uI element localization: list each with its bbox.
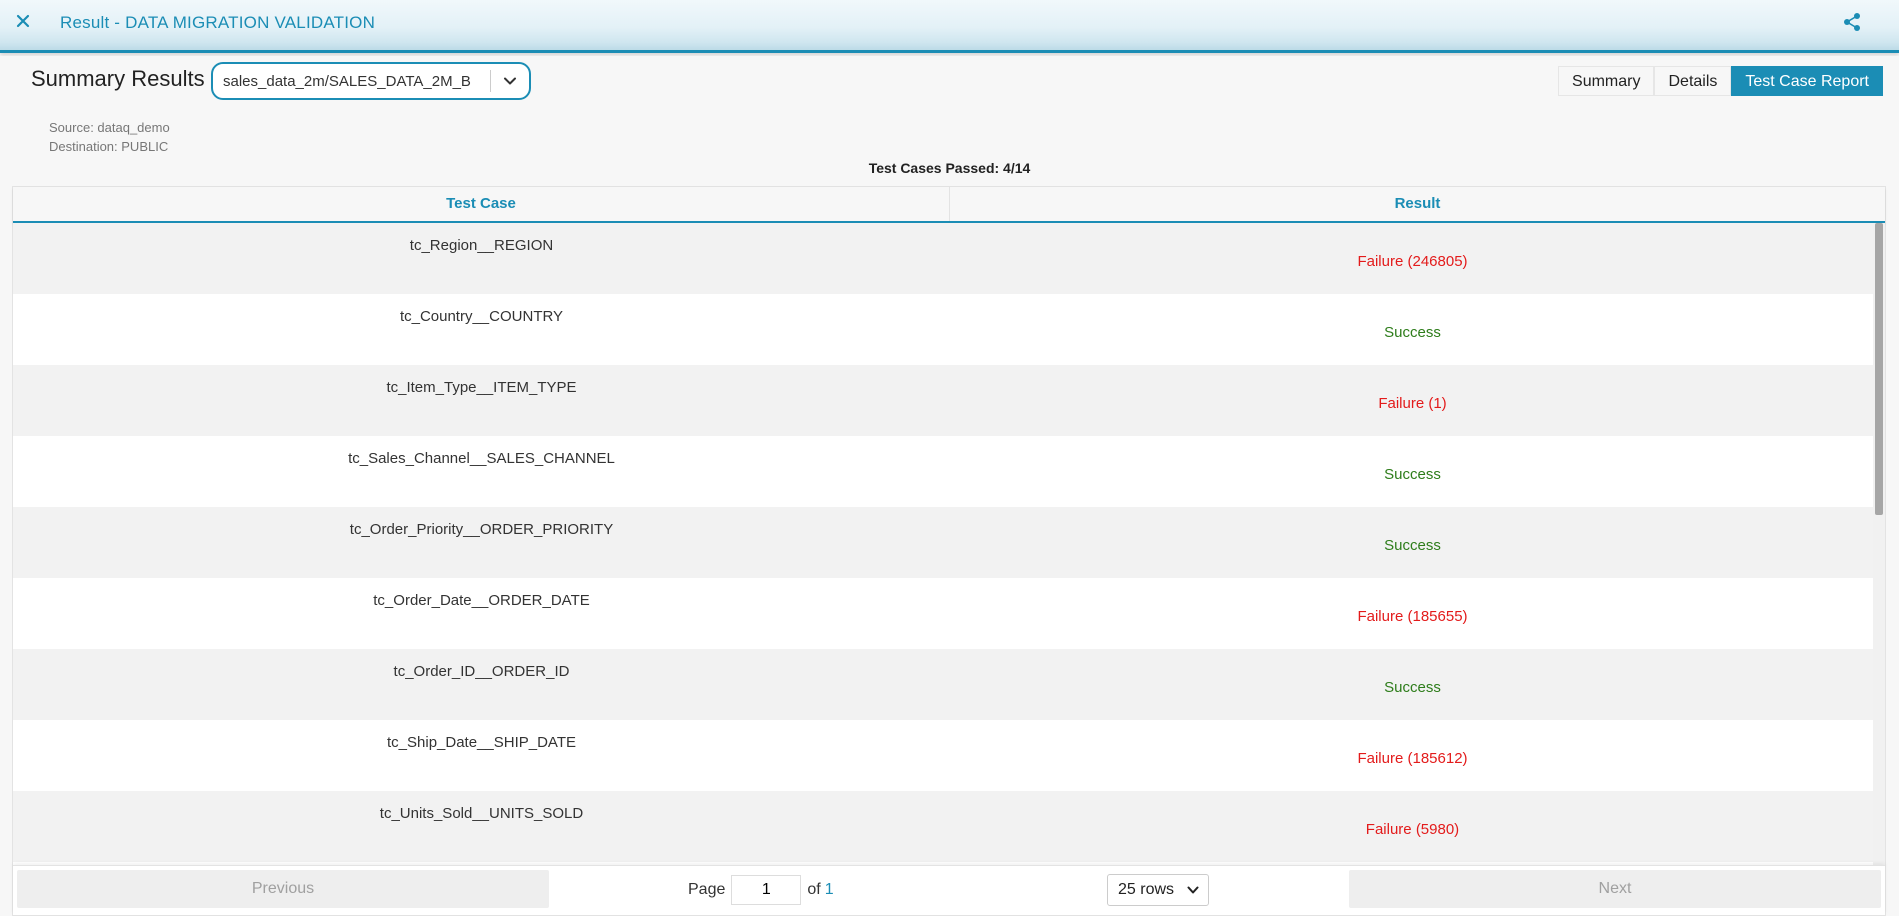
test-case-cell: tc_Country__COUNTRY bbox=[399, 308, 564, 325]
test-cases-passed: Test Cases Passed: 4/14 bbox=[868, 160, 1031, 176]
test-case-cell: tc_Sales_Channel__SALES_CHANNEL bbox=[348, 450, 615, 467]
next-button[interactable]: Next bbox=[1349, 870, 1881, 908]
test-case-cell: tc_Units_Sold__UNITS_SOLD bbox=[379, 805, 584, 822]
result-cell: Failure (185612) bbox=[1357, 750, 1468, 767]
result-cell: Failure (246805) bbox=[1357, 253, 1468, 270]
window-title: Result - DATA MIGRATION VALIDATION bbox=[60, 13, 376, 32]
table-row[interactable]: tc_Region__REGION Failure (246805) bbox=[13, 223, 1875, 294]
result-cell: Failure (185655) bbox=[1357, 608, 1468, 625]
view-tabs: Summary Details Test Case Report bbox=[1558, 66, 1883, 96]
tab-details[interactable]: Details bbox=[1654, 66, 1732, 96]
total-pages: 1 bbox=[824, 881, 834, 898]
previous-button[interactable]: Previous bbox=[17, 870, 549, 908]
test-case-cell: tc_Order_Priority__ORDER_PRIORITY bbox=[349, 521, 614, 538]
column-header-test-case[interactable]: Test Case bbox=[13, 187, 950, 221]
table-row[interactable]: tc_Item_Type__ITEM_TYPE Failure (1) bbox=[13, 365, 1875, 436]
source-label: Source: dataq_demo bbox=[49, 120, 170, 135]
result-cell: Failure (5980) bbox=[1365, 821, 1460, 838]
table-row[interactable]: tc_Order_ID__ORDER_ID Success bbox=[13, 649, 1875, 720]
dataset-dropdown[interactable]: sales_data_2m/SALES_DATA_2M_B bbox=[211, 62, 531, 100]
column-header-result[interactable]: Result bbox=[950, 187, 1885, 221]
pagination: Previous Page of 1 25 rows Next bbox=[13, 865, 1885, 915]
test-case-cell: tc_Order_Date__ORDER_DATE bbox=[373, 592, 590, 609]
close-icon[interactable] bbox=[12, 10, 34, 32]
table-row[interactable]: tc_Order_Priority__ORDER_PRIORITY Success bbox=[13, 507, 1875, 578]
chevron-down-icon[interactable] bbox=[491, 64, 529, 98]
page-number-input[interactable] bbox=[731, 875, 802, 905]
result-cell: Success bbox=[1384, 466, 1441, 483]
of-label: of bbox=[807, 881, 821, 898]
scrollbar-thumb[interactable] bbox=[1875, 223, 1883, 515]
dataset-selected-value[interactable]: sales_data_2m/SALES_DATA_2M_B bbox=[213, 73, 490, 90]
table-scrollbar[interactable] bbox=[1873, 223, 1885, 865]
page-info: Page of 1 bbox=[688, 875, 834, 905]
destination-label: Destination: PUBLIC bbox=[49, 139, 169, 154]
rows-per-page-value: 25 rows bbox=[1118, 881, 1175, 898]
summary-panel: Summary Results sales_data_2m/SALES_DATA… bbox=[0, 56, 1899, 916]
test-case-cell: tc_Order_ID__ORDER_ID bbox=[393, 663, 570, 680]
result-cell: Failure (1) bbox=[1378, 395, 1447, 412]
test-case-cell: tc_Ship_Date__SHIP_DATE bbox=[387, 734, 576, 751]
results-table: Test Case Result tc_Region__REGION Failur… bbox=[12, 186, 1886, 916]
table-row[interactable]: tc_Order_Date__ORDER_DATE Failure (185655… bbox=[13, 578, 1875, 649]
tab-summary[interactable]: Summary bbox=[1558, 66, 1655, 96]
chevron-down-icon bbox=[1186, 883, 1200, 902]
page-title: Summary Results bbox=[31, 66, 205, 91]
table-row[interactable]: tc_Units_Sold__UNITS_SOLD Failure (5980) bbox=[13, 791, 1875, 862]
share-icon[interactable] bbox=[1841, 11, 1863, 33]
page-label: Page bbox=[688, 881, 726, 898]
table-row[interactable]: tc_Ship_Date__SHIP_DATE Failure (185612) bbox=[13, 720, 1875, 791]
table-body: tc_Region__REGION Failure (246805) tc_Coun… bbox=[13, 223, 1875, 865]
result-cell: Success bbox=[1384, 679, 1441, 696]
test-case-cell: tc_Region__REGION bbox=[409, 237, 554, 254]
result-cell: Success bbox=[1384, 537, 1441, 554]
table-row[interactable]: tc_Sales_Channel__SALES_CHANNEL Success bbox=[13, 436, 1875, 507]
table-header: Test Case Result bbox=[13, 187, 1885, 223]
tab-test-case-report[interactable]: Test Case Report bbox=[1731, 66, 1883, 96]
test-case-cell: tc_Item_Type__ITEM_TYPE bbox=[386, 379, 577, 396]
table-row[interactable]: tc_Country__COUNTRY Success bbox=[13, 294, 1875, 365]
rows-per-page-select[interactable]: 25 rows bbox=[1107, 874, 1209, 906]
result-cell: Success bbox=[1384, 324, 1441, 341]
top-bar: Result - DATA MIGRATION VALIDATION bbox=[0, 0, 1899, 53]
